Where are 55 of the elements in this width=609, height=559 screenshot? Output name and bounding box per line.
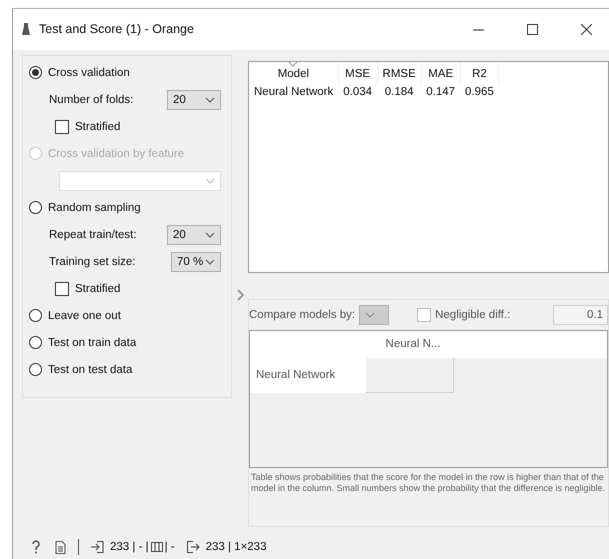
- field-label: Number of folds:: [49, 94, 134, 106]
- maximize-icon: [526, 24, 538, 35]
- table-cell: 0.034: [338, 84, 378, 100]
- column-header[interactable]: R2: [460, 62, 499, 84]
- option-label: Random sampling: [48, 202, 141, 214]
- chevron-down-icon: [365, 312, 376, 318]
- input-count: 233 | - |: [110, 541, 149, 554]
- status-text: | -: [164, 541, 175, 554]
- output-icon: [186, 541, 200, 554]
- radio-button[interactable]: [29, 363, 42, 376]
- column-header[interactable]: MSE: [338, 62, 378, 84]
- option-label: Test on test data: [48, 364, 132, 376]
- radio-button[interactable]: [29, 336, 42, 350]
- field-label: Repeat train/test:: [49, 228, 137, 241]
- radio-button[interactable]: [29, 309, 42, 322]
- checkbox-label: Stratified: [75, 282, 120, 295]
- option-label: Cross validation by feature: [48, 148, 184, 160]
- dropdown[interactable]: 70 %: [171, 252, 221, 272]
- input-icon: [91, 541, 104, 554]
- radio-button[interactable]: [29, 201, 42, 214]
- document-icon[interactable]: [55, 540, 66, 554]
- app-icon: [21, 22, 31, 36]
- table-cell: Neural Network: [249, 84, 338, 100]
- window-title: Test and Score (1) - Orange: [39, 22, 195, 36]
- checkbox-label: Stratified: [75, 120, 120, 133]
- radio-button[interactable]: [29, 66, 42, 80]
- table-cell: 0.147: [421, 84, 460, 100]
- compare-label: Compare models by:: [249, 308, 356, 321]
- option-label: Cross validation: [48, 66, 130, 79]
- column-header[interactable]: RMSE: [377, 62, 422, 84]
- table-icon: [150, 542, 163, 552]
- checkbox[interactable]: [417, 308, 432, 322]
- checkbox-label: Negligible diff.:: [435, 308, 510, 321]
- table-cell: 0.184: [377, 84, 422, 100]
- chevron-down-icon: [205, 178, 215, 184]
- field-label: Training set size:: [49, 256, 136, 268]
- table-cell: 0.965: [460, 84, 499, 100]
- column-header[interactable]: Model: [249, 62, 338, 84]
- column-header[interactable]: MAE: [421, 62, 460, 84]
- dropdown[interactable]: 20: [167, 90, 221, 110]
- output-count: 233 | 1×233: [206, 541, 266, 554]
- column-header: Neural N...: [366, 330, 454, 358]
- note-text: Table shows probabilities that the score for the model in the row is higher than that of the model in the column. Small numbers show the probability that the difference is negligible.: [251, 472, 606, 494]
- checkbox[interactable]: [55, 282, 69, 296]
- chevron-down-icon: [205, 258, 215, 265]
- number-field[interactable]: 0.1: [553, 304, 608, 325]
- row-header: Neural Network: [250, 358, 366, 393]
- checkbox[interactable]: [55, 120, 69, 134]
- chevron-down-icon: [205, 96, 215, 103]
- option-label: Leave one out: [48, 310, 121, 322]
- close-icon: [580, 24, 592, 35]
- chevron-down-icon: [205, 232, 215, 238]
- option-label: Test on train data: [48, 336, 136, 349]
- dropdown[interactable]: 20: [167, 224, 221, 245]
- help-icon[interactable]: [31, 540, 41, 554]
